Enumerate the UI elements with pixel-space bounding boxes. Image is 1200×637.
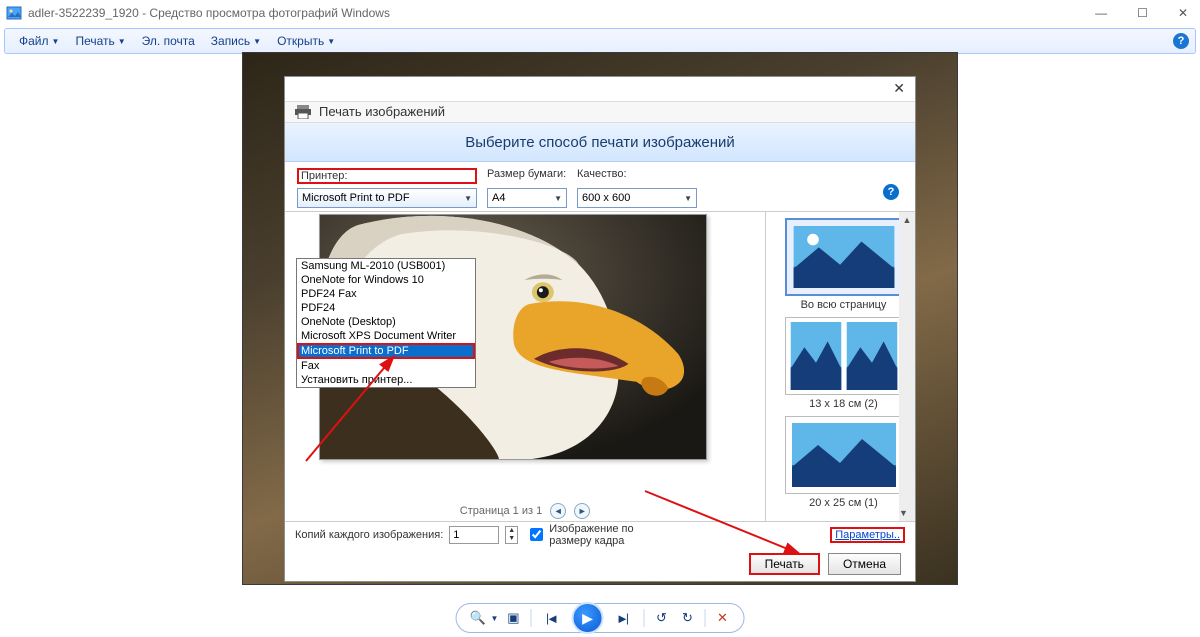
dialog-footer-buttons: Печать Отмена	[285, 547, 915, 581]
thumb-label: 20 x 25 см (1)	[772, 497, 915, 509]
printer-dropdown-list[interactable]: Samsung ML-2010 (USB001) OneNote for Win…	[296, 258, 476, 388]
fit-frame-checkbox[interactable]	[530, 528, 543, 541]
chevron-down-icon: ▼	[554, 194, 562, 203]
paper-label: Размер бумаги:	[487, 168, 567, 184]
printer-combo[interactable]: Microsoft Print to PDF▼	[297, 188, 477, 208]
chevron-down-icon: ▼	[491, 614, 499, 623]
chevron-down-icon: ▼	[684, 194, 692, 203]
viewer-toolbar: 🔍▼ ▣ ◄ ▶ ► ↺ ↻ ✕	[456, 603, 745, 633]
magnifier-icon: 🔍	[467, 607, 489, 629]
window-title: adler-3522239_1920 - Средство просмотра …	[28, 6, 1089, 20]
printer-icon	[295, 105, 311, 119]
image-viewport: ✕ Печать изображений Выберите способ печ…	[0, 56, 1200, 599]
dialog-banner: Выберите способ печати изображений	[285, 123, 915, 162]
zoom-button[interactable]: 🔍▼	[467, 607, 499, 629]
printer-option[interactable]: OneNote for Windows 10	[297, 273, 475, 287]
help-icon[interactable]: ?	[1173, 33, 1189, 49]
printer-option[interactable]: PDF24 Fax	[297, 287, 475, 301]
thumb-full-page[interactable]: Во всю страницу	[772, 218, 915, 311]
printer-option-selected[interactable]: Microsoft Print to PDF	[297, 343, 475, 359]
scroll-up-icon[interactable]: ▲	[899, 212, 915, 228]
prev-page-button[interactable]: ◄	[550, 503, 566, 519]
printer-option[interactable]: PDF24	[297, 301, 475, 315]
fit-frame-label: Изображение по размеру кадра	[549, 523, 649, 547]
menu-email[interactable]: Эл. почта	[134, 32, 203, 50]
print-options-row: Принтер: Размер бумаги: Качество: Micros…	[285, 162, 915, 212]
photo-viewer-icon	[6, 5, 22, 21]
scroll-down-icon[interactable]: ▼	[899, 505, 908, 521]
fit-window-button[interactable]: ▣	[502, 607, 524, 629]
copies-spinner[interactable]: ▲▼	[505, 526, 518, 544]
printer-option[interactable]: OneNote (Desktop)	[297, 315, 475, 329]
thumbnail-scrollbar[interactable]: ▲ ▼	[899, 212, 915, 521]
dialog-header: Печать изображений	[285, 101, 915, 123]
printer-option[interactable]: Установить принтер...	[297, 373, 475, 387]
thumb-label: 13 x 18 см (2)	[772, 398, 915, 410]
menu-bar: Файл▼ Печать▼ Эл. почта Запись▼ Открыть▼…	[4, 28, 1196, 54]
copies-input[interactable]	[449, 526, 499, 544]
cancel-button[interactable]: Отмена	[828, 553, 901, 575]
options-link[interactable]: Параметры..	[830, 527, 905, 543]
printer-label: Принтер:	[297, 168, 477, 184]
menu-file[interactable]: Файл▼	[11, 32, 67, 50]
next-image-button[interactable]: ►	[607, 607, 637, 629]
page-counter: Страница 1 из 1	[460, 505, 542, 517]
layout-thumbnails: Во всю страницу 13 x 18 см (2) 20 x 25 с…	[765, 212, 915, 521]
dialog-title: Печать изображений	[319, 104, 445, 119]
paper-combo[interactable]: A4▼	[487, 188, 567, 208]
copies-label: Копий каждого изображения:	[295, 529, 443, 541]
menu-print[interactable]: Печать▼	[67, 32, 133, 50]
menu-burn[interactable]: Запись▼	[203, 32, 269, 50]
rotate-right-button[interactable]: ↻	[676, 607, 698, 629]
minimize-button[interactable]: —	[1089, 4, 1113, 22]
quality-combo[interactable]: 600 x 600▼	[577, 188, 697, 208]
window-titlebar: adler-3522239_1920 - Средство просмотра …	[0, 0, 1200, 26]
delete-button[interactable]: ✕	[711, 607, 733, 629]
prev-image-button[interactable]: ◄	[537, 607, 567, 629]
menu-open[interactable]: Открыть▼	[269, 32, 343, 50]
thumb-20x25[interactable]: 20 x 25 см (1)	[772, 416, 915, 509]
thumb-13x18[interactable]: 13 x 18 см (2)	[772, 317, 915, 410]
maximize-button[interactable]: ☐	[1131, 4, 1154, 22]
dialog-close-button[interactable]: ✕	[893, 80, 905, 97]
printer-option[interactable]: Microsoft XPS Document Writer	[297, 329, 475, 343]
printer-option[interactable]: Samsung ML-2010 (USB001)	[297, 259, 475, 273]
dialog-footer-options: Копий каждого изображения: ▲▼ Изображени…	[285, 521, 915, 547]
quality-label: Качество:	[577, 168, 697, 184]
chevron-down-icon: ▼	[464, 194, 472, 203]
next-page-button[interactable]: ►	[574, 503, 590, 519]
close-window-button[interactable]: ✕	[1172, 4, 1194, 22]
rotate-left-button[interactable]: ↺	[650, 607, 672, 629]
printer-option[interactable]: Fax	[297, 359, 475, 373]
thumb-label: Во всю страницу	[772, 299, 915, 311]
print-button[interactable]: Печать	[749, 553, 820, 575]
slideshow-button[interactable]: ▶	[571, 602, 603, 634]
